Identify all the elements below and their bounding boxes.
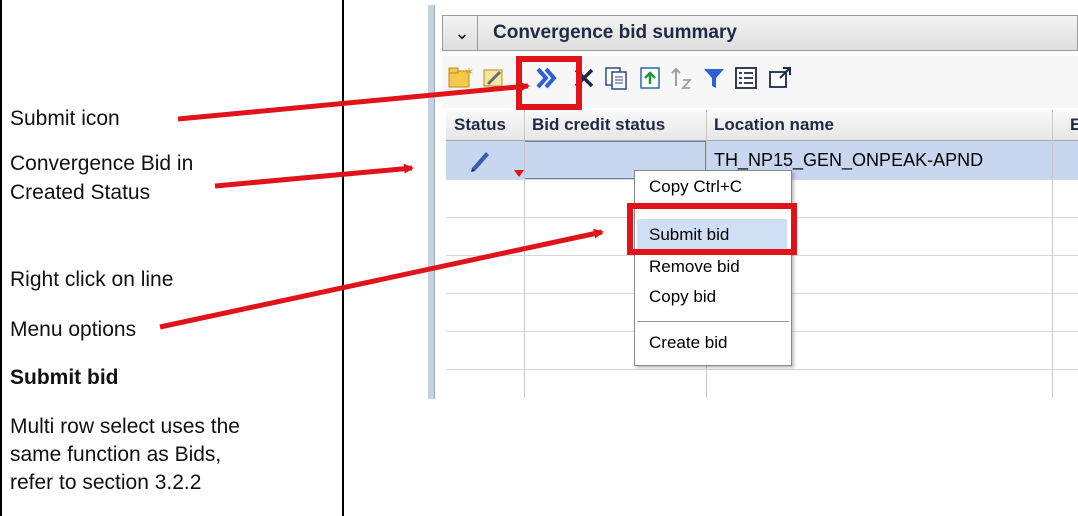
annotation-arrows xyxy=(159,81,604,330)
arrow-to-submit-icon xyxy=(177,81,530,122)
arrow-to-submit-bid xyxy=(159,228,604,330)
arrow-to-created-row xyxy=(214,163,414,189)
